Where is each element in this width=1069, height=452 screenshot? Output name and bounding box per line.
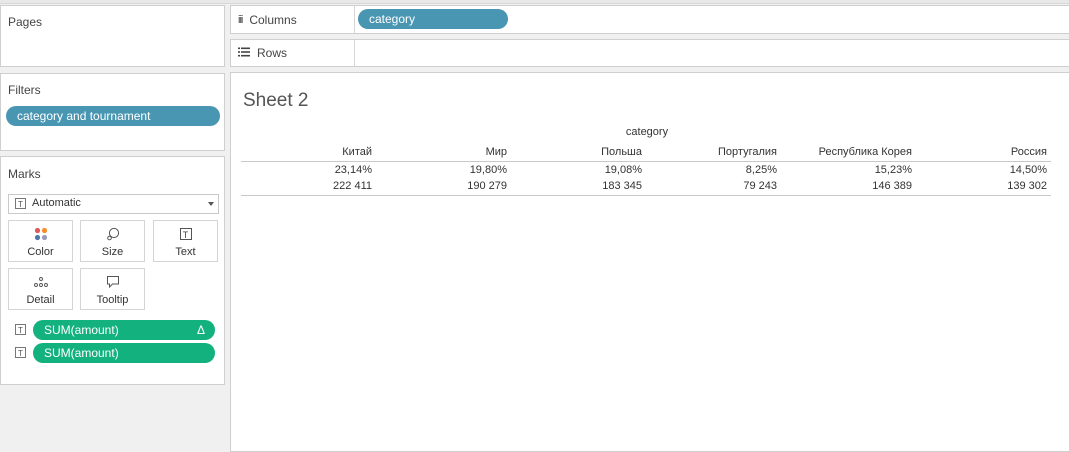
color-button-label: Color bbox=[27, 246, 54, 258]
text-mark-icon: T bbox=[15, 198, 26, 209]
size-button[interactable]: Size bbox=[80, 220, 145, 262]
detail-icon bbox=[9, 275, 72, 289]
table-cell[interactable]: 23,14% bbox=[335, 164, 372, 176]
table-cell[interactable]: 183 345 bbox=[602, 180, 642, 192]
text-button[interactable]: T Text bbox=[153, 220, 218, 262]
top-toolbar-strip bbox=[0, 0, 1069, 4]
text-mark-icon: T bbox=[15, 324, 26, 335]
sheet-title: Sheet 2 bbox=[243, 90, 309, 111]
text-button-label: Text bbox=[175, 246, 196, 258]
tooltip-button-label: Tooltip bbox=[96, 294, 129, 306]
mark-type-dropdown[interactable]: T Automatic bbox=[8, 194, 219, 214]
filters-panel: Filters category and tournament bbox=[0, 73, 225, 151]
marks-panel: Marks T Automatic Color Size T Text Deta… bbox=[0, 156, 225, 385]
rows-shelf-label-area: Rows bbox=[231, 40, 355, 66]
sheet-view: Sheet 2 category Китай Мир Польша Португ… bbox=[230, 72, 1069, 452]
table-cell[interactable]: 8,25% bbox=[746, 164, 777, 176]
mark-type-value: Automatic bbox=[32, 197, 81, 209]
table-cell[interactable]: 19,08% bbox=[605, 164, 642, 176]
color-icon bbox=[9, 227, 72, 241]
columns-pill-category[interactable]: category bbox=[358, 9, 508, 29]
table-divider bbox=[241, 161, 1051, 162]
color-button[interactable]: Color bbox=[8, 220, 73, 262]
column-header-cell[interactable]: Мир bbox=[486, 146, 507, 158]
marks-panel-title: Marks bbox=[8, 167, 41, 181]
delta-icon: Δ bbox=[196, 323, 205, 337]
table-cell[interactable]: 79 243 bbox=[743, 180, 777, 192]
rows-shelf-label: Rows bbox=[257, 46, 288, 60]
column-header-category[interactable]: category bbox=[591, 126, 703, 138]
pages-panel-title: Pages bbox=[8, 15, 43, 29]
pages-panel: Pages bbox=[0, 5, 225, 67]
table-cell[interactable]: 190 279 bbox=[467, 180, 507, 192]
column-header-cell[interactable]: Республика Корея bbox=[819, 146, 912, 158]
text-mark-icon: T bbox=[15, 347, 26, 358]
table-divider bbox=[241, 195, 1051, 196]
text-icon: T bbox=[154, 227, 217, 241]
table-cell[interactable]: 14,50% bbox=[1010, 164, 1047, 176]
size-button-label: Size bbox=[101, 246, 124, 258]
size-icon bbox=[81, 227, 144, 241]
rows-shelf[interactable]: Rows bbox=[230, 39, 1069, 67]
column-header-cell[interactable]: Россия bbox=[1011, 146, 1047, 158]
tooltip-button[interactable]: Tooltip bbox=[80, 268, 145, 310]
columns-icon: iii bbox=[238, 13, 243, 26]
marks-field-sum-amount[interactable]: SUM(amount) bbox=[33, 343, 215, 363]
column-header-cell[interactable]: Польша bbox=[601, 146, 642, 158]
marks-field-label: SUM(amount) bbox=[44, 346, 119, 360]
column-header-cell[interactable]: Португалия bbox=[718, 146, 777, 158]
columns-shelf-label: Columns bbox=[249, 12, 297, 27]
table-cell[interactable]: 139 302 bbox=[1007, 180, 1047, 192]
table-cell[interactable]: 19,80% bbox=[470, 164, 507, 176]
columns-shelf-label-area: iii Columns bbox=[231, 6, 355, 33]
rows-icon bbox=[238, 46, 250, 60]
marks-field-label: SUM(amount) bbox=[44, 323, 119, 337]
detail-button-label: Detail bbox=[26, 294, 55, 306]
marks-field-sum-amount[interactable]: SUM(amount) Δ bbox=[33, 320, 215, 340]
table-cell[interactable]: 146 389 bbox=[872, 180, 912, 192]
columns-pill-label: category bbox=[369, 12, 416, 26]
filters-panel-title: Filters bbox=[8, 83, 41, 97]
filter-pill-category-tournament[interactable]: category and tournament bbox=[6, 106, 220, 126]
table-cell[interactable]: 222 411 bbox=[333, 180, 372, 192]
detail-button[interactable]: Detail bbox=[8, 268, 73, 310]
table-cell[interactable]: 15,23% bbox=[875, 164, 912, 176]
tooltip-icon bbox=[81, 275, 144, 289]
left-panel-empty-area bbox=[0, 386, 225, 447]
chevron-down-icon bbox=[208, 202, 214, 206]
filter-pill-label: category and tournament bbox=[17, 109, 151, 123]
columns-shelf[interactable]: iii Columns category bbox=[230, 5, 1069, 34]
column-header-cell[interactable]: Китай bbox=[342, 146, 372, 158]
